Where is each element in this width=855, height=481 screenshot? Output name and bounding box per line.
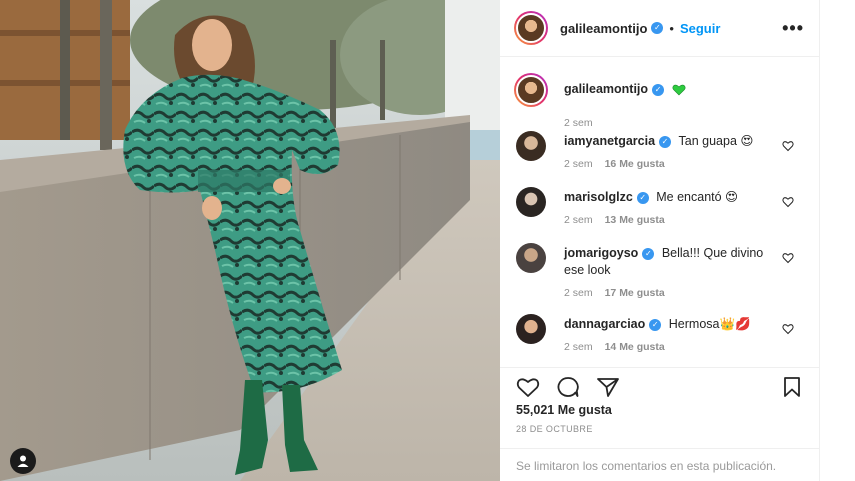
- author-username[interactable]: galileamontijo: [560, 21, 647, 36]
- comment-time: 2 sem: [564, 214, 593, 226]
- comments-limited-notice: Se limitaron los comentarios en esta pub…: [500, 448, 820, 481]
- verified-icon: ✓: [659, 135, 672, 148]
- user-tag-icon: [17, 455, 29, 467]
- comment-likes[interactable]: 14 Me gusta: [605, 341, 665, 353]
- comment-text: jomarigoyso ✓ Bella!!! Que divino ese loo…: [564, 245, 774, 279]
- user-tag-button[interactable]: [10, 448, 36, 474]
- comment-meta: 2 sem 16 Me gusta: [564, 158, 665, 170]
- like-comment-heart-icon[interactable]: [782, 252, 794, 264]
- comment-meta: 2 sem 13 Me gusta: [564, 214, 665, 226]
- caption-time: 2 sem: [564, 117, 593, 129]
- more-options-icon[interactable]: •••: [782, 18, 804, 39]
- post-photo[interactable]: [0, 0, 500, 481]
- commenter-avatar[interactable]: [516, 187, 546, 217]
- comment-likes[interactable]: 17 Me gusta: [605, 287, 665, 299]
- comment-text: marisolglzc ✓ Me encantó 😍: [564, 189, 774, 206]
- comment-time: 2 sem: [564, 341, 593, 353]
- verified-icon: ✓: [652, 83, 665, 96]
- likes-count[interactable]: 55,021 Me gusta: [516, 403, 612, 417]
- share-icon[interactable]: [596, 376, 620, 398]
- comment-body: Tan guapa 😍: [678, 134, 754, 148]
- like-comment-heart-icon[interactable]: [782, 323, 794, 335]
- green-heart-icon: [672, 84, 686, 96]
- action-icons: [516, 376, 620, 398]
- comment-username[interactable]: jomarigoyso: [564, 246, 638, 260]
- verified-icon: ✓: [649, 318, 662, 331]
- separator-dot: •: [669, 20, 674, 36]
- post-date[interactable]: 28 DE OCTUBRE: [516, 424, 593, 434]
- comment-text: dannagarciao ✓ Hermosa👑💋: [564, 316, 774, 333]
- comment-username[interactable]: dannagarciao: [564, 317, 645, 331]
- like-comment-heart-icon[interactable]: [782, 140, 794, 152]
- verified-icon: ✓: [636, 191, 649, 204]
- comment-icon[interactable]: [556, 376, 580, 398]
- comment-username[interactable]: marisolglzc: [564, 190, 633, 204]
- comment-likes[interactable]: 13 Me gusta: [605, 214, 665, 226]
- post-actions: 55,021 Me gusta 28 DE OCTUBRE Se limitar…: [500, 367, 820, 481]
- comment-text: iamyanetgarcia ✓ Tan guapa 😍: [564, 133, 774, 150]
- comment-time: 2 sem: [564, 287, 593, 299]
- bookmark-button[interactable]: [782, 376, 802, 398]
- comment-meta: 2 sem 14 Me gusta: [564, 341, 665, 353]
- comment-likes[interactable]: 16 Me gusta: [605, 158, 665, 170]
- commenter-avatar[interactable]: [516, 314, 546, 344]
- comment-time: 2 sem: [564, 158, 593, 170]
- like-comment-heart-icon[interactable]: [782, 196, 794, 208]
- commenter-avatar[interactable]: [516, 243, 546, 273]
- follow-button[interactable]: Seguir: [680, 21, 720, 36]
- post-header: galileamontijo ✓ • Seguir •••: [500, 0, 820, 57]
- comment-body: Hermosa👑💋: [668, 317, 751, 331]
- caption-avatar[interactable]: [514, 73, 548, 107]
- comment-body: Me encantó 😍: [656, 190, 739, 204]
- comments-list: galileamontijo ✓ 2 sem iamyanetgarcia ✓ Ta…: [500, 57, 820, 367]
- comment-username[interactable]: iamyanetgarcia: [564, 134, 655, 148]
- caption-username[interactable]: galileamontijo: [564, 82, 648, 96]
- verified-icon: ✓: [651, 22, 664, 34]
- heart-icon[interactable]: [516, 376, 540, 398]
- bookmark-icon[interactable]: [782, 376, 802, 398]
- comment-meta: 2 sem 17 Me gusta: [564, 287, 665, 299]
- author-avatar[interactable]: [514, 11, 548, 45]
- post-sidebar: galileamontijo ✓ • Seguir ••• galileamon…: [500, 0, 820, 481]
- post-image: [0, 0, 500, 481]
- caption-text: galileamontijo ✓: [564, 81, 774, 98]
- verified-icon: ✓: [642, 247, 655, 260]
- commenter-avatar[interactable]: [516, 131, 546, 161]
